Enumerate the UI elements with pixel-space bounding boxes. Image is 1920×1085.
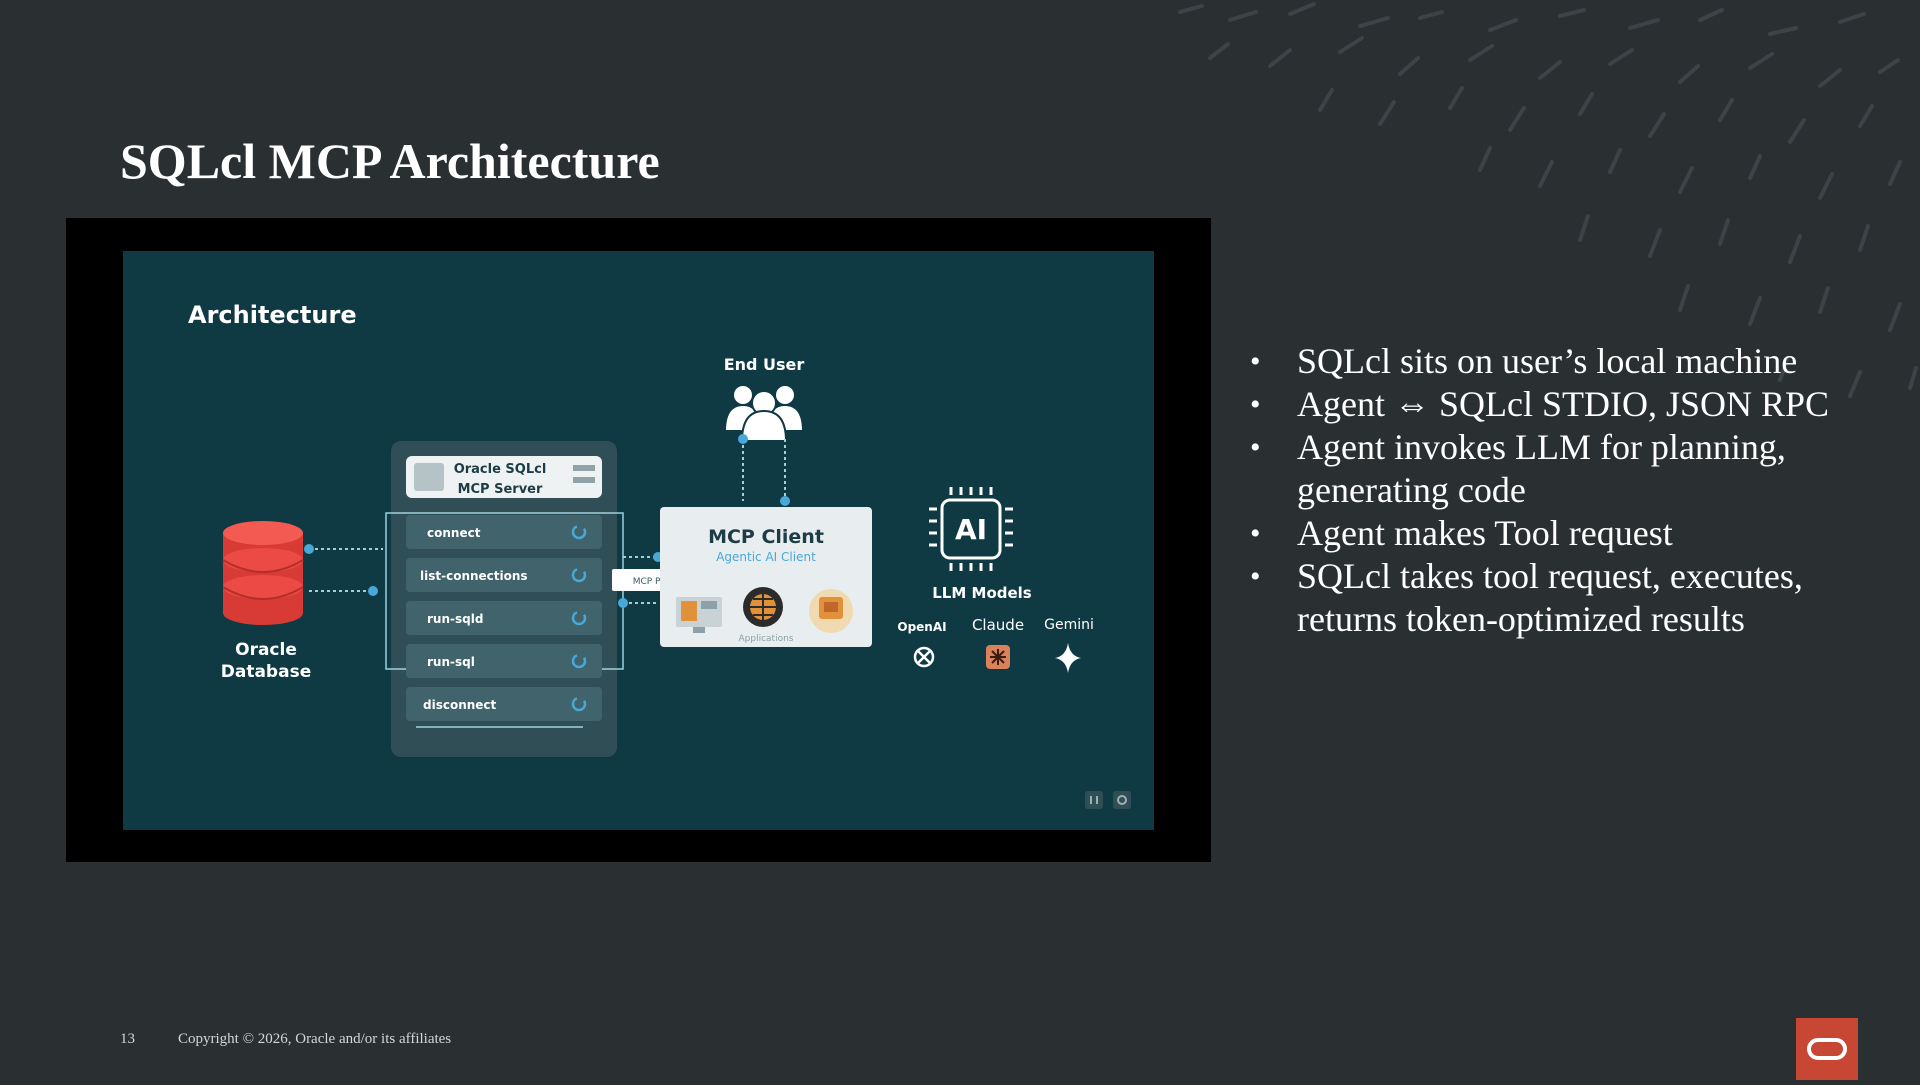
tool-connect: connect [406, 515, 602, 549]
pause-icon [1085, 791, 1103, 809]
slide-number: 13 [120, 1031, 135, 1047]
database-label-line1: Oracle [235, 640, 297, 660]
oracle-logo [1796, 1018, 1858, 1080]
architecture-diagram: Architecture Oracle Database Oracle SQLc… [123, 251, 1154, 830]
bullet-item: Agent makes Tool request [1250, 512, 1870, 555]
tool-label: connect [427, 526, 481, 540]
database-icon [222, 521, 304, 625]
ai-chip-label: AI [955, 513, 987, 546]
oracle-logo-icon [1807, 1038, 1847, 1060]
bullet-item: SQLcl takes tool request, executes, retu… [1250, 555, 1870, 641]
bullet-list: SQLcl sits on user’s local machine Agent… [1250, 340, 1870, 641]
provider-openai: OpenAI [897, 620, 946, 634]
tool-list-connections: list-connections [406, 558, 602, 592]
tool-label: run-sql [427, 655, 475, 669]
globe-icon [743, 587, 783, 627]
server-title-line2: MCP Server [458, 482, 543, 497]
tool-run-sqld: run-sqld [406, 601, 602, 635]
slide-title: SQLcl MCP Architecture [120, 133, 660, 189]
settings-icon [1113, 791, 1131, 809]
diagram-heading: Architecture [188, 301, 357, 329]
end-user-label: End User [724, 355, 805, 374]
bullet-item: Agent invokes LLM for planning, generati… [1250, 426, 1870, 512]
applications-label: Applications [739, 634, 794, 644]
tool-run-sql: run-sql [406, 644, 602, 678]
bullet-item: Agent ⇔ SQLcl STDIO, JSON RPC [1250, 383, 1870, 426]
server-title-line1: Oracle SQLcl [454, 462, 547, 477]
client-subtitle: Agentic AI Client [716, 550, 816, 564]
video-frame: Architecture Oracle Database Oracle SQLc… [66, 218, 1211, 862]
tool-label: run-sqld [427, 612, 483, 626]
tool-label: disconnect [423, 698, 497, 712]
bullet-item: SQLcl sits on user’s local machine [1250, 340, 1870, 383]
tool-label: list-connections [420, 569, 528, 583]
claude-icon [986, 645, 1010, 669]
provider-gemini: Gemini [1044, 617, 1094, 633]
client-title: MCP Client [708, 526, 824, 548]
tool-disconnect: disconnect [406, 687, 602, 721]
llm-models-label: LLM Models [932, 584, 1032, 602]
provider-claude: Claude [972, 616, 1024, 634]
copyright-text: Copyright © 2026, Oracle and/or its affi… [178, 1031, 452, 1047]
app-icon [809, 589, 853, 633]
database-label-line2: Database [221, 662, 311, 682]
